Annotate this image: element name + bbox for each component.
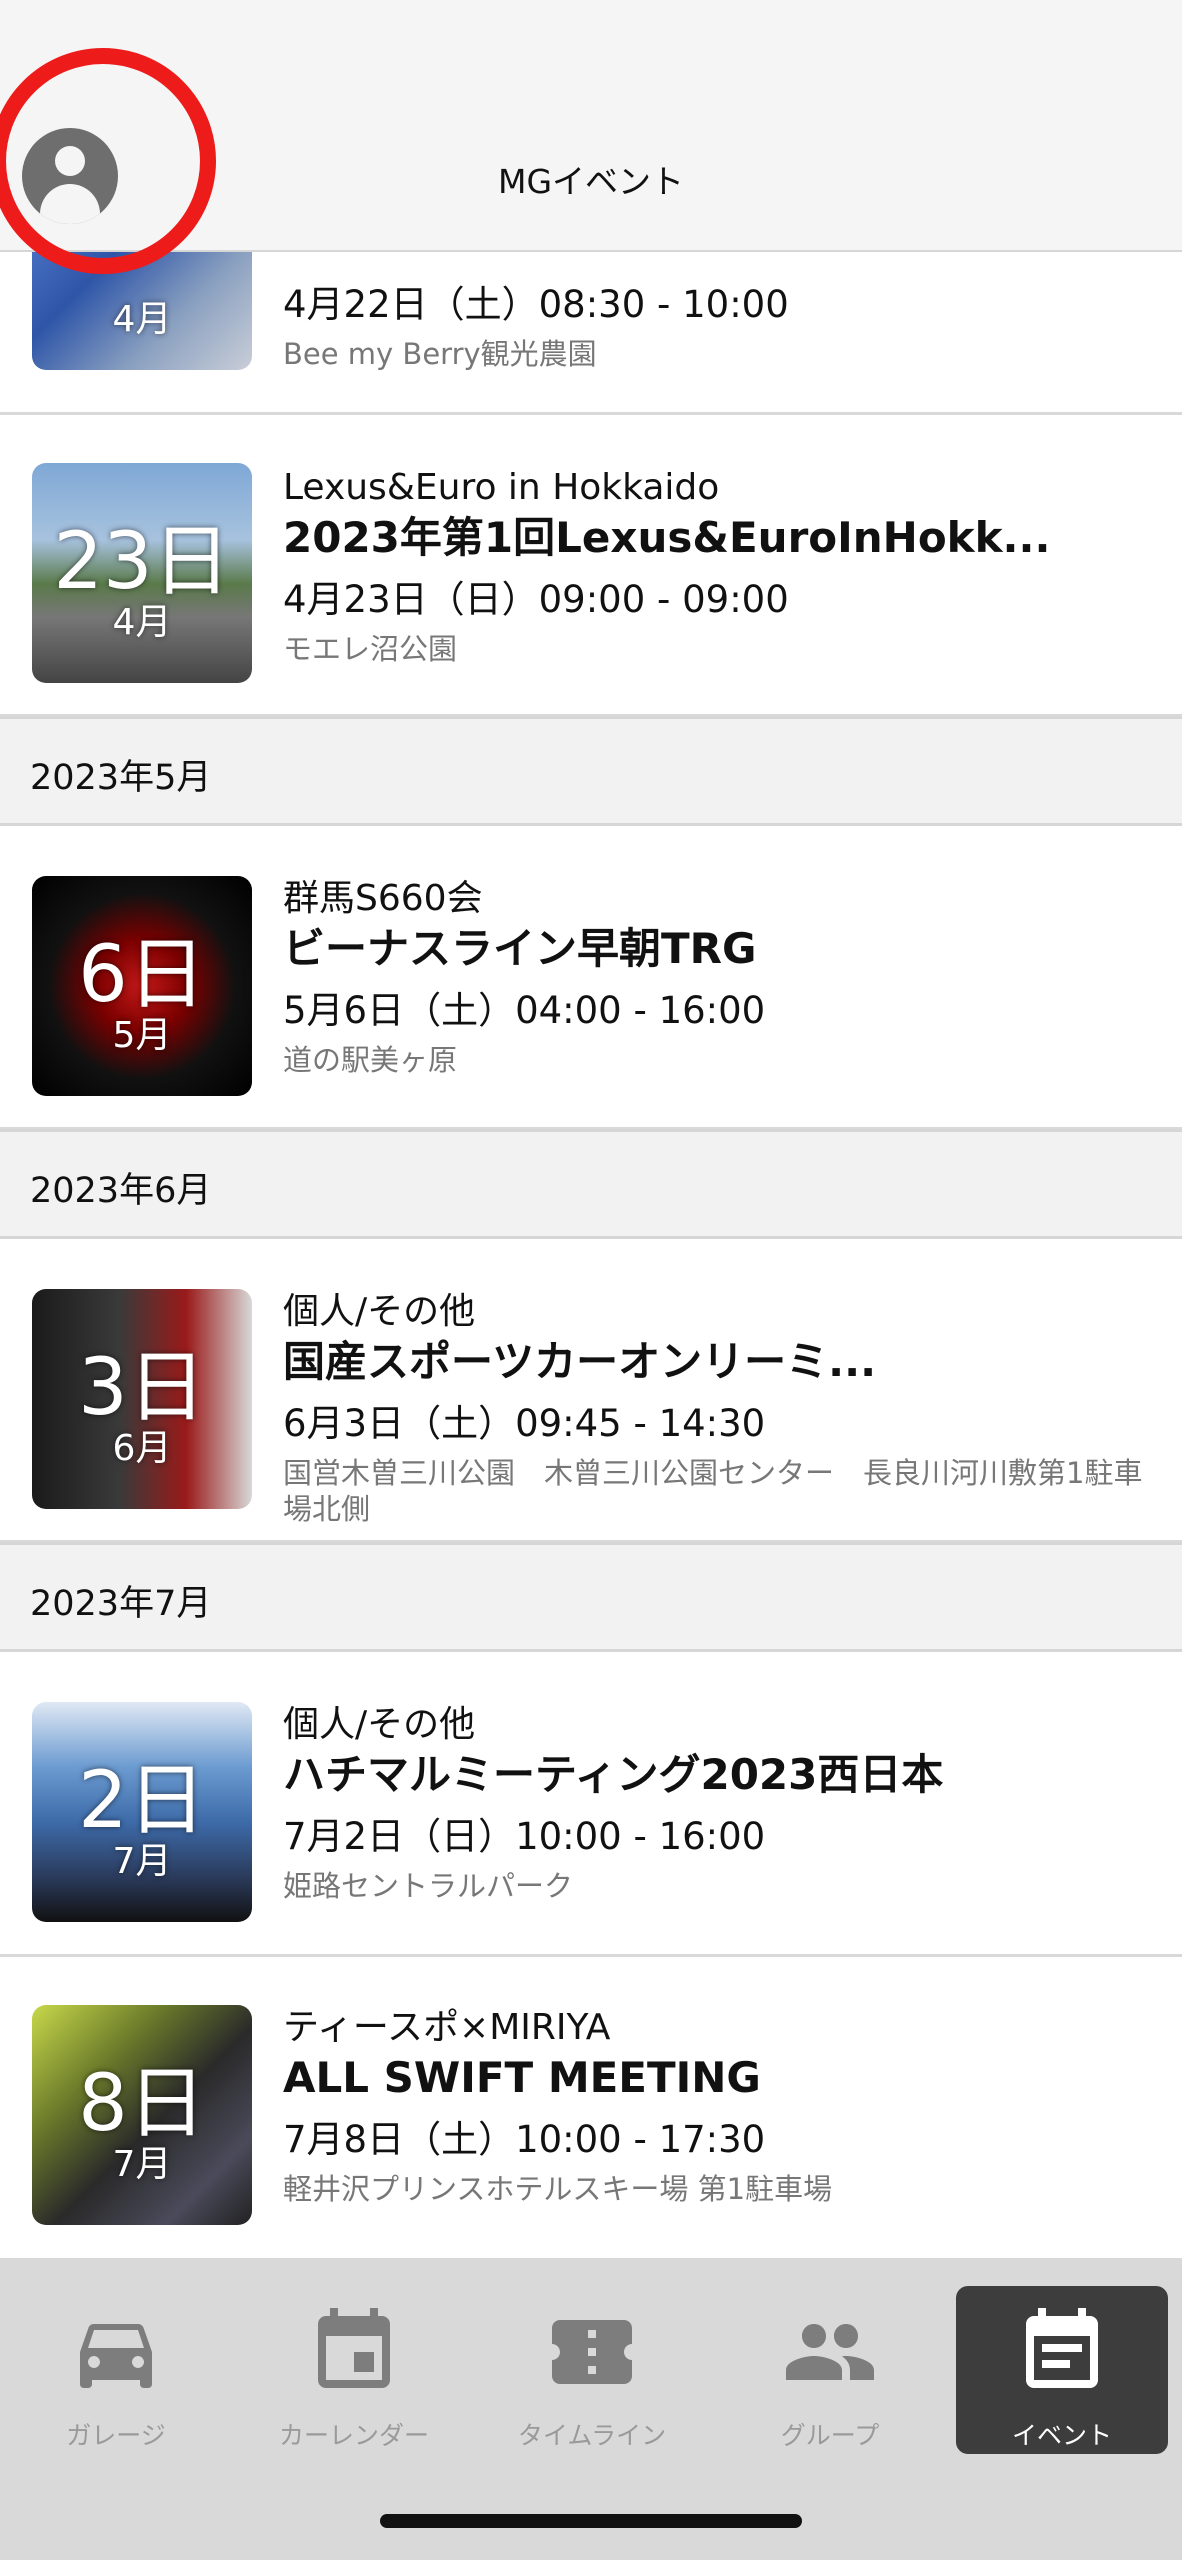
- event-row[interactable]: 6日 5月 群馬S660会 ビーナスライン早朝TRG 5月6日（土）04:00 …: [0, 826, 1182, 1130]
- event-place: モエレ沼公園: [283, 632, 458, 666]
- event-organizer: Lexus&Euro in Hokkaido: [283, 467, 720, 508]
- event-place: 国営木曽三川公園 木曾三川公園センター 長良川河川敷第1駐車場北側: [283, 1456, 1143, 1526]
- event-time: 4月23日（日）09:00 - 09:00: [283, 578, 789, 621]
- event-row[interactable]: 2日 7月 個人/その他 ハチマルミーティング2023西日本 7月2日（日）10…: [0, 1652, 1182, 1957]
- month-section-header: 2023年5月: [0, 716, 1182, 826]
- event-place: 道の駅美ヶ原: [283, 1043, 458, 1077]
- event-list[interactable]: 4月 4月22日（土）08:30 - 10:00 Bee my Berry観光農…: [0, 0, 1182, 2258]
- event-time: 7月2日（日）10:00 - 16:00: [283, 1815, 766, 1858]
- month-section-header: 2023年7月: [0, 1542, 1182, 1652]
- event-thumb-month: 4月: [112, 602, 172, 643]
- event-time: 4月22日（土）08:30 - 10:00: [283, 283, 789, 326]
- event-row[interactable]: 3日 6月 個人/その他 国産スポーツカーオンリーミ... 6月3日（土）09:…: [0, 1239, 1182, 1543]
- page-title: MGイベント: [497, 162, 685, 201]
- event-organizer: 個人/その他: [283, 1704, 476, 1745]
- tab-event[interactable]: イベント: [956, 2286, 1168, 2454]
- event-title: ハチマルミーティング2023西日本: [283, 1750, 944, 1799]
- event-place: 軽井沢プリンスホテルスキー場 第1駐車場: [283, 2172, 833, 2206]
- tab-garage[interactable]: ガレージ: [10, 2286, 222, 2454]
- event-time: 5月6日（土）04:00 - 16:00: [283, 989, 766, 1032]
- event-organizer: 群馬S660会: [283, 878, 483, 919]
- event-title: ビーナスライン早朝TRG: [283, 924, 757, 973]
- event-thumb-month: 4月: [112, 299, 172, 340]
- calendar-icon: [318, 2308, 390, 2388]
- month-section-label: 2023年6月: [30, 1171, 212, 1211]
- event-thumbnail: 8日 7月: [32, 2005, 252, 2225]
- event-thumbnail: 23日 4月: [32, 463, 252, 683]
- event-note-icon: [1026, 2308, 1098, 2388]
- event-organizer: ティースポ×MIRIYA: [283, 2007, 611, 2048]
- group-icon: [786, 2324, 874, 2380]
- event-title: 2023年第1回Lexus&EuroInHokk...: [283, 513, 1051, 562]
- tab-calendar[interactable]: カーレンダー: [248, 2286, 460, 2454]
- tab-group[interactable]: グループ: [724, 2286, 936, 2454]
- tab-timeline[interactable]: タイムライン: [486, 2286, 698, 2454]
- event-thumb-month: 7月: [112, 1841, 172, 1882]
- event-thumb-month: 5月: [112, 1015, 172, 1056]
- tab-label: イベント: [1011, 2421, 1112, 2450]
- tab-label: タイムライン: [517, 2421, 667, 2450]
- home-indicator: [380, 2514, 802, 2528]
- event-time: 7月8日（土）10:00 - 17:30: [283, 2118, 766, 2161]
- event-thumbnail: 2日 7月: [32, 1702, 252, 1922]
- tab-label: グループ: [780, 2421, 880, 2450]
- event-time: 6月3日（土）09:45 - 14:30: [283, 1402, 766, 1445]
- app-header: MGイベント: [0, 0, 1182, 252]
- ticket-icon: [552, 2320, 632, 2384]
- event-thumb-month: 6月: [112, 1428, 172, 1469]
- event-thumbnail: 6日 5月: [32, 876, 252, 1096]
- month-section-label: 2023年5月: [30, 758, 212, 798]
- event-thumbnail: 3日 6月: [32, 1289, 252, 1509]
- month-section-header: 2023年6月: [0, 1129, 1182, 1239]
- event-thumb-month: 7月: [112, 2144, 172, 2185]
- event-place: 姫路セントラルパーク: [283, 1869, 574, 1903]
- event-row[interactable]: 8日 7月 ティースポ×MIRIYA ALL SWIFT MEETING 7月8…: [0, 1957, 1182, 2258]
- car-icon: [80, 2324, 152, 2388]
- event-title: 国産スポーツカーオンリーミ...: [283, 1337, 877, 1386]
- tab-label: ガレージ: [66, 2421, 166, 2450]
- event-row[interactable]: 23日 4月 Lexus&Euro in Hokkaido 2023年第1回Le…: [0, 415, 1182, 717]
- month-section-label: 2023年7月: [30, 1584, 212, 1624]
- event-place: Bee my Berry観光農園: [283, 337, 597, 371]
- tab-label: カーレンダー: [278, 2421, 429, 2450]
- event-organizer: 個人/その他: [283, 1291, 476, 1332]
- event-title: ALL SWIFT MEETING: [283, 2053, 761, 2102]
